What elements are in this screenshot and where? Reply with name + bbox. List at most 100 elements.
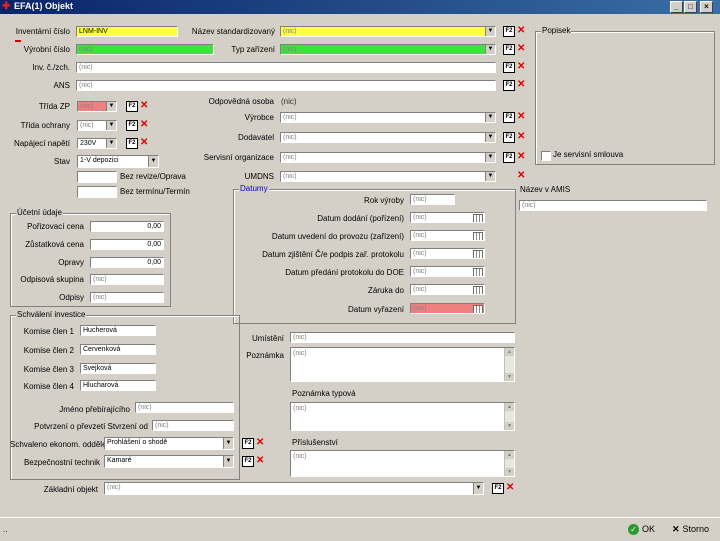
- f2-nazev-button[interactable]: F2: [503, 26, 515, 37]
- vyrobce-select[interactable]: (nic) ▼: [280, 112, 496, 123]
- trida-zp-select[interactable]: (nic) ▼: [77, 101, 117, 112]
- f2-ans-button[interactable]: F2: [503, 80, 515, 91]
- komise4-input[interactable]: Hlucharová: [80, 380, 156, 391]
- chevron-down-icon[interactable]: ▼: [106, 102, 116, 111]
- f2-dodavatel-button[interactable]: F2: [503, 132, 515, 143]
- chevron-down-icon[interactable]: ▼: [485, 172, 495, 181]
- komise2-input[interactable]: Červenková: [80, 344, 156, 355]
- f2-bezpecnostni-button[interactable]: F2: [242, 456, 254, 467]
- scrollbar[interactable]: ▲ ▼: [504, 451, 514, 476]
- status-text: ..: [3, 525, 8, 534]
- nazev-value: (nic): [283, 28, 297, 35]
- zustatkova-input[interactable]: 0,00: [90, 239, 164, 250]
- inventarni-cislo-label: Inventární číslo: [15, 27, 70, 36]
- f2-typ-button[interactable]: F2: [503, 44, 515, 55]
- f2-zakladni-objekt-button[interactable]: F2: [492, 483, 504, 494]
- potvrzeni-input[interactable]: (nic): [152, 420, 234, 431]
- clear-typ-icon[interactable]: ✕: [517, 44, 525, 54]
- f2-schvaleno-button[interactable]: F2: [242, 438, 254, 449]
- calendar-icon[interactable]: [473, 250, 483, 258]
- chevron-down-icon[interactable]: ▼: [485, 27, 495, 36]
- datum-zjisteni-input[interactable]: (nic): [410, 248, 485, 259]
- datum-uvedeni-input[interactable]: (nic): [410, 230, 485, 241]
- clear-inv-icon[interactable]: ✕: [517, 62, 525, 72]
- bez-opravy-box[interactable]: [77, 171, 117, 183]
- schvaleno-select[interactable]: Prohlášení o shodě ▼: [104, 437, 234, 450]
- clear-trida-zp-icon[interactable]: ✕: [140, 101, 148, 111]
- nazev-amis-input[interactable]: (nic): [519, 200, 707, 211]
- calendar-icon[interactable]: [473, 268, 483, 276]
- scrollbar[interactable]: ▲ ▼: [504, 348, 514, 381]
- clear-servisni-icon[interactable]: ✕: [517, 152, 525, 162]
- umisteni-input[interactable]: (nic): [290, 332, 515, 343]
- f2-inv-button[interactable]: F2: [503, 62, 515, 73]
- chevron-down-icon[interactable]: ▼: [485, 113, 495, 122]
- datum-vyrazeni-input[interactable]: (nic): [410, 303, 485, 314]
- ans-input[interactable]: (nic): [76, 80, 496, 91]
- chevron-down-icon[interactable]: ▼: [473, 483, 483, 494]
- odpisy-input[interactable]: (nic): [90, 292, 164, 303]
- inv-cislo-input[interactable]: (nic): [76, 62, 496, 73]
- datum-dodani-input[interactable]: (nic): [410, 212, 485, 223]
- inventarni-cislo-input[interactable]: LNM-INV: [76, 26, 178, 37]
- servisni-select[interactable]: (nic) ▼: [280, 152, 496, 163]
- datum-predani-input[interactable]: (nic): [410, 266, 485, 277]
- calendar-icon[interactable]: [473, 286, 483, 294]
- clear-napajeni-icon[interactable]: ✕: [140, 138, 148, 148]
- ok-button[interactable]: ✓ OK: [628, 522, 655, 536]
- napajeni-select[interactable]: 230V ▼: [77, 138, 117, 149]
- poznamka-typova-textarea[interactable]: (nic) ▲ ▼: [290, 402, 515, 431]
- f2-vyrobce-button[interactable]: F2: [503, 112, 515, 123]
- trida-ochrany-select[interactable]: (nic) ▼: [77, 120, 117, 131]
- poznamka-textarea[interactable]: (nic) ▲ ▼: [290, 347, 515, 382]
- servisni-smlouva-checkbox[interactable]: [541, 151, 551, 161]
- scrollbar[interactable]: ▲ ▼: [504, 403, 514, 430]
- umdns-select[interactable]: (nic) ▼: [280, 171, 496, 182]
- clear-vyrobce-icon[interactable]: ✕: [517, 112, 525, 122]
- clear-umdns-icon[interactable]: ✕: [517, 171, 525, 181]
- rok-vyroby-label: Rok výroby: [363, 196, 404, 205]
- komise3-input[interactable]: Svejková: [80, 363, 156, 374]
- komise1-input[interactable]: Hucherová: [80, 325, 156, 336]
- chevron-down-icon[interactable]: ▼: [106, 139, 116, 148]
- bezpecnostni-select[interactable]: Kamaré ▼: [104, 455, 234, 468]
- opravy-input[interactable]: 0,00: [90, 257, 164, 268]
- f2-servisni-button[interactable]: F2: [503, 152, 515, 163]
- chevron-down-icon[interactable]: ▼: [148, 156, 158, 167]
- calendar-icon[interactable]: [473, 232, 483, 240]
- cancel-button[interactable]: ✕ Storno: [672, 522, 709, 536]
- f2-napajeni-button[interactable]: F2: [126, 138, 138, 149]
- jmeno-input[interactable]: (nic): [135, 402, 234, 413]
- clear-bezpecnostni-icon[interactable]: ✕: [256, 456, 264, 466]
- chevron-down-icon[interactable]: ▼: [485, 133, 495, 142]
- rok-vyroby-input[interactable]: (nic): [410, 194, 455, 205]
- chevron-down-icon[interactable]: ▼: [485, 45, 495, 54]
- clear-ans-icon[interactable]: ✕: [517, 80, 525, 90]
- clear-trida-ochrany-icon[interactable]: ✕: [140, 120, 148, 130]
- clear-schvaleno-icon[interactable]: ✕: [256, 438, 264, 448]
- maximize-button[interactable]: □: [684, 1, 697, 13]
- chevron-down-icon[interactable]: ▼: [106, 121, 116, 130]
- zakladni-objekt-select[interactable]: (nic) ▼: [104, 482, 484, 495]
- close-button[interactable]: ×: [700, 1, 713, 13]
- termin-box[interactable]: [77, 186, 117, 198]
- calendar-icon[interactable]: [473, 214, 483, 222]
- clear-nazev-icon[interactable]: ✕: [517, 26, 525, 36]
- chevron-down-icon[interactable]: ▼: [485, 153, 495, 162]
- f2-trida-ochrany-button[interactable]: F2: [126, 120, 138, 131]
- clear-dodavatel-icon[interactable]: ✕: [517, 132, 525, 142]
- f2-trida-zp-button[interactable]: F2: [126, 101, 138, 112]
- stav-select[interactable]: 1-V depozici ▼: [77, 155, 159, 168]
- dodavatel-select[interactable]: (nic) ▼: [280, 132, 496, 143]
- minimize-button[interactable]: _: [670, 1, 683, 13]
- chevron-down-icon[interactable]: ▼: [223, 438, 233, 449]
- porizovaci-input[interactable]: 0,00: [90, 221, 164, 232]
- odpisova-input[interactable]: (nic): [90, 274, 164, 285]
- chevron-down-icon[interactable]: ▼: [223, 456, 233, 467]
- clear-zakladni-objekt-icon[interactable]: ✕: [506, 483, 514, 493]
- nazev-select[interactable]: (nic) ▼: [280, 26, 496, 37]
- prislusenstvi-textarea[interactable]: (nic) ▲ ▼: [290, 450, 515, 477]
- calendar-icon[interactable]: [473, 305, 483, 313]
- zaruka-input[interactable]: (nic): [410, 284, 485, 295]
- typ-select[interactable]: (nic) ▼: [280, 44, 496, 55]
